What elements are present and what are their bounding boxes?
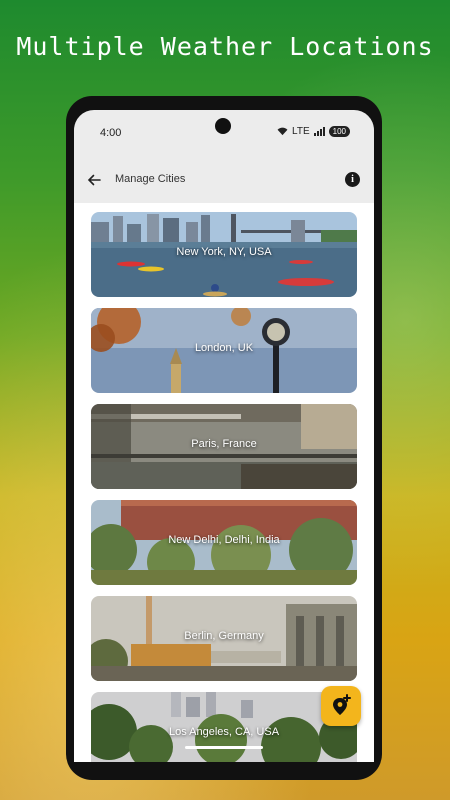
add-location-icon: [333, 694, 351, 715]
status-bar: 4:00 LTE 100: [74, 110, 374, 154]
city-name: Berlin, Germany: [184, 630, 264, 642]
city-card-new-york[interactable]: New York, NY, USA: [91, 212, 357, 297]
status-time: 4:00: [100, 127, 122, 139]
city-card-paris[interactable]: Paris, France: [91, 404, 357, 489]
app-bar: Manage Cities i: [74, 162, 374, 198]
city-card-new-delhi[interactable]: New Delhi, Delhi, India: [91, 500, 357, 585]
status-icons: LTE 100: [277, 126, 350, 137]
app-screen: 4:00 LTE 100 Manage Cities i New York, N…: [74, 110, 374, 762]
city-name: Los Angeles, CA, USA: [168, 726, 280, 738]
wifi-icon: [277, 127, 288, 136]
city-card-london[interactable]: London, UK: [91, 308, 357, 393]
back-arrow-icon[interactable]: [86, 172, 102, 188]
city-name: Paris, France: [191, 438, 257, 450]
city-name: London, UK: [194, 342, 254, 354]
city-card-berlin[interactable]: Berlin, Germany: [91, 596, 357, 681]
city-name: New Delhi, Delhi, India: [168, 534, 280, 546]
page-title: Manage Cities: [115, 173, 186, 185]
add-location-button[interactable]: [321, 686, 361, 726]
city-name: New York, NY, USA: [176, 246, 272, 258]
network-type: LTE: [292, 126, 310, 137]
city-card-los-angeles[interactable]: Los Angeles, CA, USA: [91, 692, 357, 762]
signal-icon: [313, 127, 325, 136]
info-icon[interactable]: i: [345, 172, 360, 187]
city-list: New York, NY, USA London, UK Paris, Fran…: [74, 203, 374, 762]
promo-headline: Multiple Weather Locations: [16, 32, 434, 61]
camera-cutout: [215, 118, 231, 134]
home-indicator[interactable]: [185, 746, 263, 749]
battery-icon: 100: [328, 126, 350, 137]
